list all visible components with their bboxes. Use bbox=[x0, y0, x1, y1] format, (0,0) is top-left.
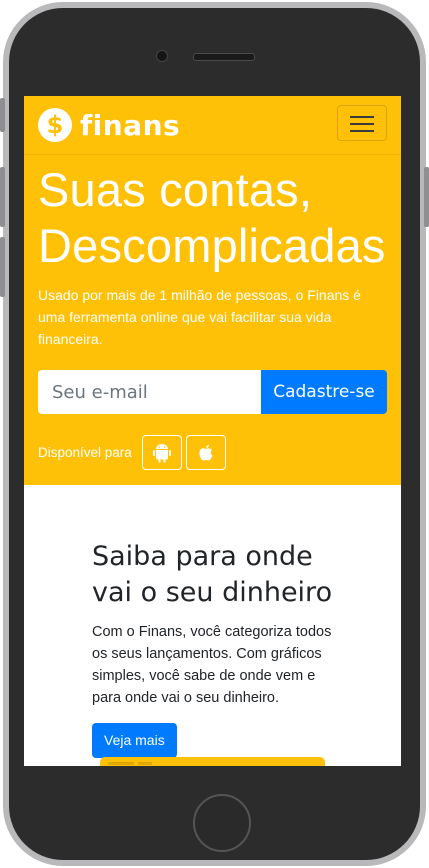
apple-button[interactable] bbox=[185, 435, 226, 470]
brand-name: finans bbox=[80, 108, 181, 142]
hamburger-icon bbox=[350, 116, 374, 118]
device-screen: $ finans Suas contas, Descomplicadas Usa… bbox=[24, 96, 401, 766]
menu-toggle-button[interactable] bbox=[337, 105, 387, 141]
hamburger-icon-bottom bbox=[350, 130, 374, 132]
hero-headline: Suas contas, Descomplicadas bbox=[38, 162, 386, 274]
phone-illustration bbox=[100, 757, 325, 766]
android-button[interactable] bbox=[141, 435, 182, 470]
apple-icon bbox=[199, 444, 213, 460]
feature-section: Saiba para onde vai o seu dinheiro Com o… bbox=[24, 485, 401, 758]
hero-description: Usado por mais de 1 milhão de pessoas, o… bbox=[38, 287, 361, 347]
available-platforms: Disponível para bbox=[38, 435, 226, 470]
hero-section: $ finans Suas contas, Descomplicadas Usa… bbox=[24, 96, 401, 485]
headline-line-2: Descomplicadas bbox=[38, 219, 386, 272]
signup-button[interactable]: Cadastre-se bbox=[261, 370, 387, 414]
dollar-icon: $ bbox=[38, 108, 72, 142]
brand-logo[interactable]: $ finans bbox=[38, 108, 180, 142]
front-camera bbox=[156, 50, 168, 62]
power-button bbox=[424, 167, 429, 227]
illustration-detail bbox=[108, 762, 134, 765]
feature-title: Saiba para onde vai o seu dinheiro bbox=[92, 541, 333, 608]
hamburger-icon-middle bbox=[350, 123, 374, 125]
earpiece-speaker bbox=[193, 53, 255, 61]
email-field[interactable] bbox=[38, 370, 261, 414]
available-label: Disponível para bbox=[38, 445, 132, 460]
feature-text: Com o Finans, você categoriza todos os s… bbox=[92, 624, 332, 706]
volume-down-button bbox=[0, 237, 5, 297]
navbar: $ finans bbox=[24, 96, 401, 155]
android-icon bbox=[152, 443, 171, 462]
mute-switch bbox=[0, 98, 5, 132]
home-button bbox=[193, 794, 251, 852]
volume-up-button bbox=[0, 167, 5, 227]
see-more-button[interactable]: Veja mais bbox=[92, 723, 177, 758]
illustration-detail bbox=[138, 762, 152, 765]
headline-line-1: Suas contas, bbox=[38, 163, 313, 216]
